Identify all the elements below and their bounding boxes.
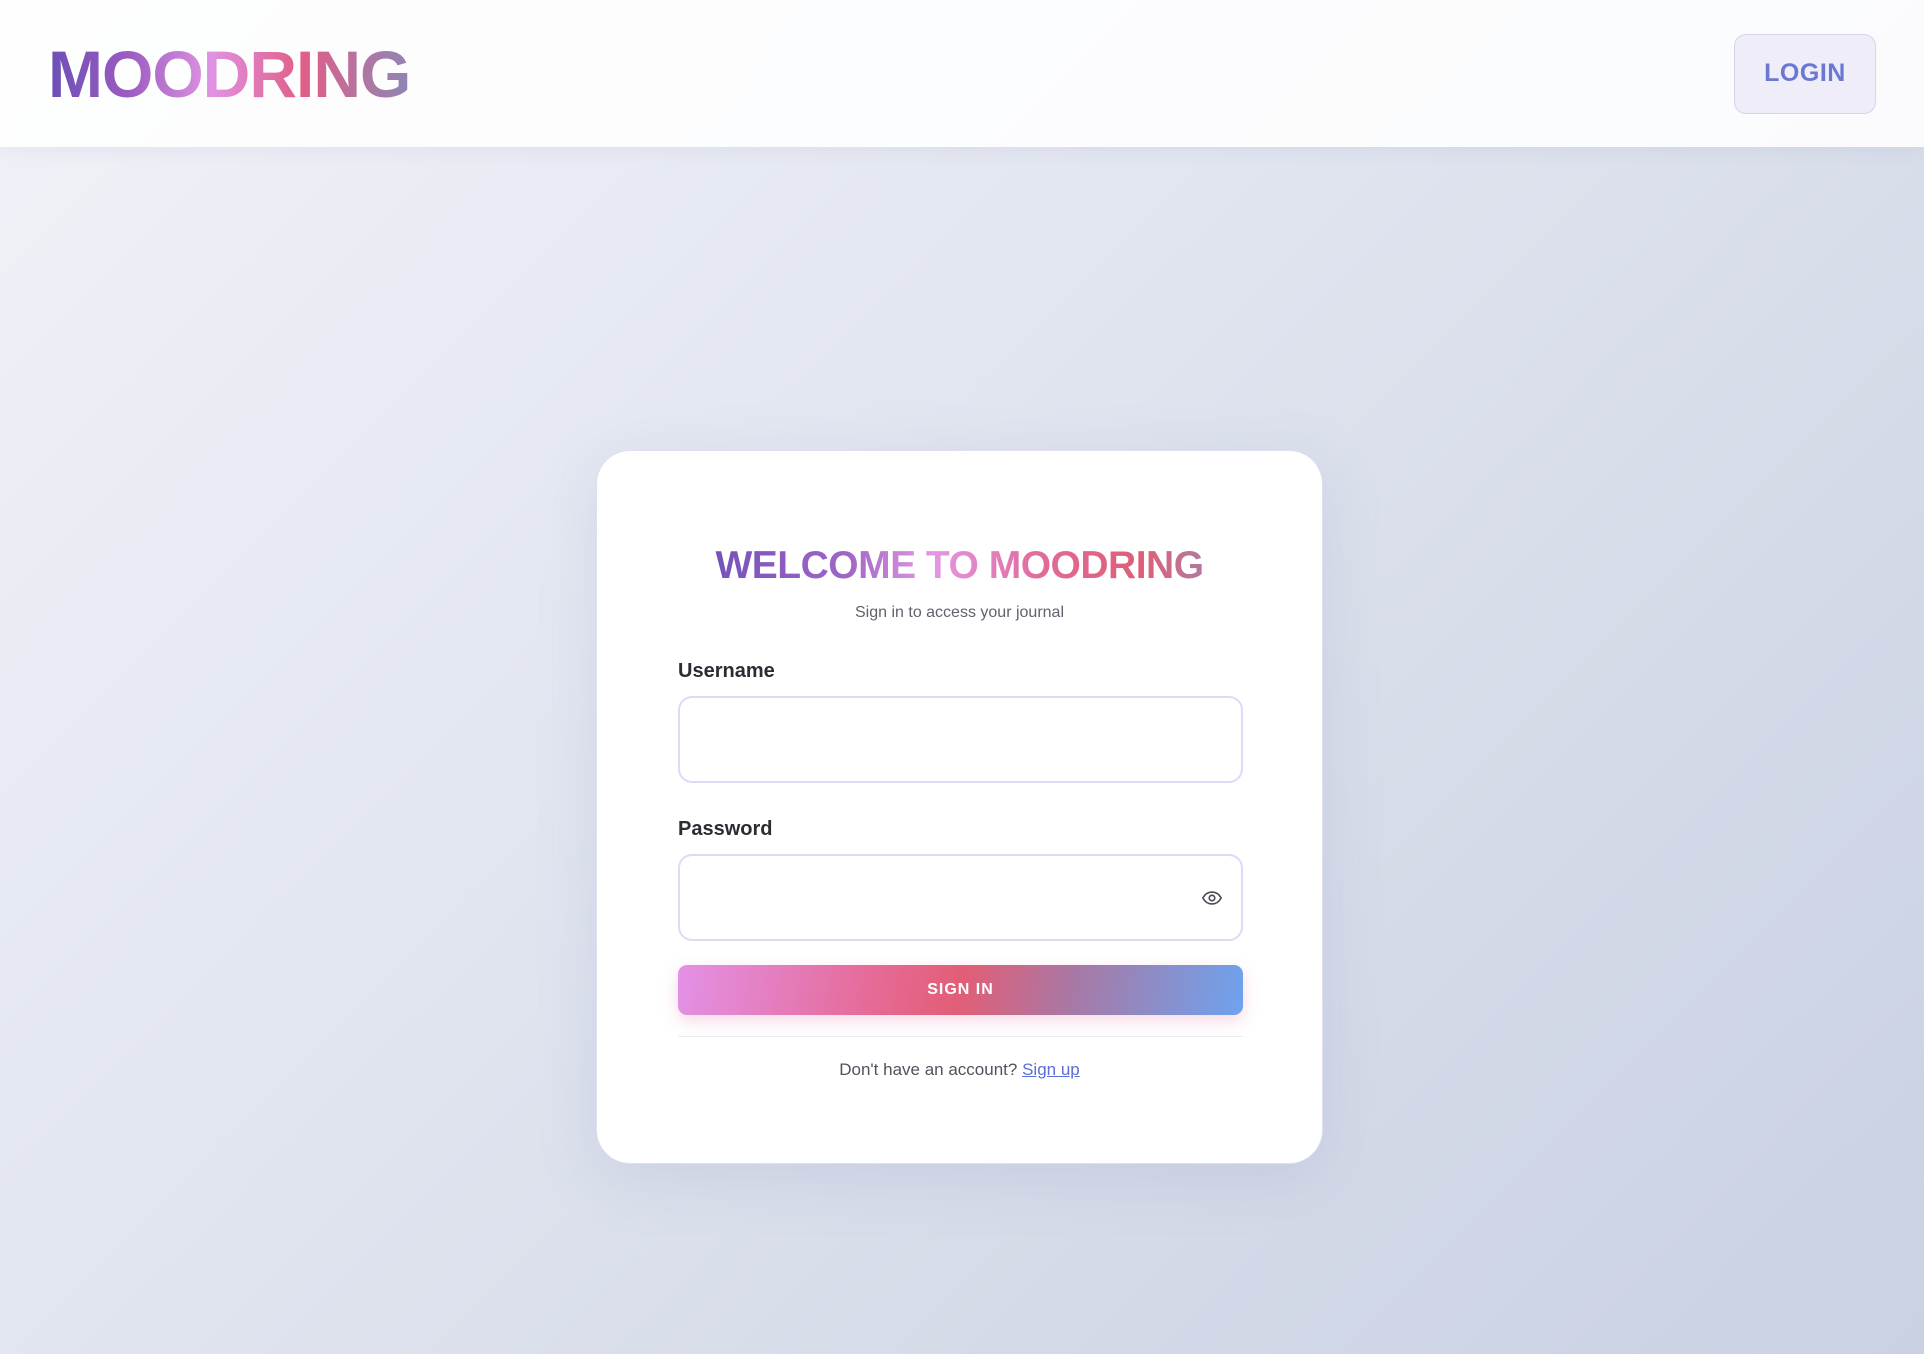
- signup-prompt: Don't have an account?: [839, 1060, 1018, 1079]
- username-label: Username: [678, 660, 775, 682]
- sign-in-button[interactable]: SIGN IN: [678, 965, 1243, 1015]
- sign-up-link[interactable]: Sign up: [1022, 1060, 1080, 1079]
- eye-icon[interactable]: [1201, 887, 1223, 909]
- card-subtitle: Sign in to access your journal: [855, 604, 1064, 621]
- username-field-wrapper: [678, 696, 1243, 783]
- card-title: WELCOME TO MOODRING: [678, 543, 1241, 589]
- app-logo[interactable]: MOODRING: [48, 41, 411, 107]
- top-header: MOODRING LOGIN: [0, 0, 1924, 147]
- login-card: WELCOME TO MOODRING Sign in to access yo…: [596, 450, 1323, 1164]
- signup-row: Don't have an account? Sign up: [678, 1059, 1241, 1081]
- login-button[interactable]: LOGIN: [1734, 33, 1876, 114]
- password-label: Password: [678, 818, 773, 840]
- username-input[interactable]: [680, 698, 1241, 781]
- password-field-wrapper: [678, 854, 1243, 941]
- password-input[interactable]: [680, 856, 1241, 939]
- divider: [678, 1036, 1243, 1037]
